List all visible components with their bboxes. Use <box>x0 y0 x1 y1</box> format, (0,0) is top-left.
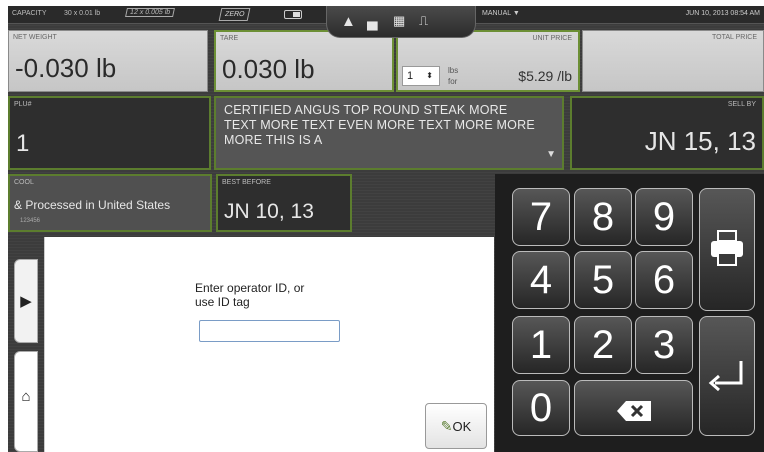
cool-text: & Processed in United States <box>14 198 171 212</box>
mode-label: MANUAL <box>482 10 511 17</box>
chevron-right-icon: ▶ <box>20 293 32 310</box>
per-unit-top: lbs <box>448 66 459 75</box>
id-tag-icon: ✎ <box>440 418 453 434</box>
enter-icon <box>708 361 743 392</box>
mode-selector[interactable]: MANUAL ▼ <box>482 10 520 17</box>
key-2[interactable]: 2 <box>574 316 632 374</box>
key-7[interactable]: 7 <box>512 188 570 246</box>
ok-label: OK <box>452 419 472 434</box>
tare-panel[interactable]: TARE 0.030 lb <box>214 30 394 92</box>
net-weight-value: -0.030 lb <box>15 53 117 83</box>
best-before-label: BEST BEFORE <box>222 179 271 186</box>
chevron-down-icon[interactable]: ▼ <box>546 149 556 160</box>
tare-label: TARE <box>220 35 239 42</box>
sell-by-value: JN 15, 13 <box>644 126 756 156</box>
plu-label: PLU# <box>14 101 32 108</box>
total-price-panel: TOTAL PRICE <box>582 30 764 92</box>
key-0[interactable]: 0 <box>512 380 570 436</box>
backspace-icon <box>616 401 651 421</box>
best-before-panel[interactable]: BEST BEFORE JN 10, 13 <box>216 174 352 232</box>
net-weight-label: NET WEIGHT <box>13 34 57 41</box>
capacity-range-2: 12 x 0.005 lb <box>125 8 176 17</box>
operator-id-input[interactable] <box>199 320 340 342</box>
key-8[interactable]: 8 <box>574 188 632 246</box>
stepper-icon: ⬍ <box>426 71 433 80</box>
cool-label: COOL <box>14 179 34 186</box>
cool-panel[interactable]: COOL & Processed in United States 123456 <box>8 174 212 232</box>
tare-value: 0.030 lb <box>222 54 315 84</box>
home-icon: ⌂ <box>21 388 31 405</box>
scale-screen: CAPACITY 30 x 0.01 lb 12 x 0.005 lb ZERO… <box>8 6 764 452</box>
net-weight-panel: NET WEIGHT -0.030 lb <box>8 30 208 92</box>
key-4[interactable]: 4 <box>512 251 570 309</box>
printer-icon <box>711 230 743 266</box>
printer-icon: ▄ <box>367 13 378 30</box>
unit-price-value: $5.29 /lb <box>518 68 572 84</box>
datetime: JUN 10, 2013 08:54 AM <box>685 10 760 17</box>
print-button[interactable] <box>699 188 755 311</box>
side-tabs: ▶ ⌂ <box>8 259 38 452</box>
key-5[interactable]: 5 <box>574 251 632 309</box>
plu-panel[interactable]: PLU# 1 <box>8 96 211 170</box>
per-unit-bottom: for <box>448 77 458 86</box>
key-6[interactable]: 6 <box>635 251 693 309</box>
home-tab[interactable]: ⌂ <box>14 351 38 452</box>
key-1[interactable]: 1 <box>512 316 570 374</box>
unit-price-label: UNIT PRICE <box>532 35 572 42</box>
chevron-down-icon: ▼ <box>512 10 520 17</box>
key-9[interactable]: 9 <box>635 188 693 246</box>
backspace-button[interactable] <box>574 380 693 436</box>
sell-by-panel[interactable]: SELL BY JN 15, 13 <box>570 96 764 170</box>
unit-price-panel[interactable]: UNIT PRICE 1 ⬍ lbs for $5.29 /lb <box>396 30 580 92</box>
prompt-line-1: Enter operator ID, or <box>195 281 305 295</box>
best-before-value: JN 10, 13 <box>224 200 314 223</box>
quantity-stepper[interactable]: 1 ⬍ <box>402 66 440 86</box>
capacity-range-1: 30 x 0.01 lb <box>64 10 101 17</box>
enter-button[interactable] <box>699 316 755 436</box>
key-3[interactable]: 3 <box>635 316 693 374</box>
plu-value: 1 <box>16 130 30 157</box>
operator-id-dialog: Enter operator ID, or use ID tag ✎OK <box>44 237 494 452</box>
prompt-line-2: use ID tag <box>195 295 250 309</box>
expand-tab[interactable]: ▶ <box>14 259 38 343</box>
total-price-label: TOTAL PRICE <box>712 34 757 41</box>
product-description-panel[interactable]: CERTIFIED ANGUS TOP ROUND STEAK MORE TEX… <box>214 96 564 170</box>
network-icon: ⎍ <box>419 13 429 28</box>
numeric-keypad: 7 8 9 4 5 6 1 2 3 0 <box>495 174 764 452</box>
warning-icon: ▲ <box>341 13 356 30</box>
cool-code: 123456 <box>20 218 41 224</box>
zero-indicator: ZERO <box>218 8 251 21</box>
toggle-icon <box>284 10 302 19</box>
grid-icon: ▦ <box>393 13 406 28</box>
product-description: CERTIFIED ANGUS TOP ROUND STEAK MORE TEX… <box>224 103 535 147</box>
capacity-label: CAPACITY <box>12 10 47 17</box>
sell-by-label: SELL BY <box>727 101 756 108</box>
status-icon-strip: ▲ ▄ ▦ ⎍ <box>326 6 476 38</box>
ok-button[interactable]: ✎OK <box>425 403 487 449</box>
quantity-value: 1 <box>407 70 414 82</box>
